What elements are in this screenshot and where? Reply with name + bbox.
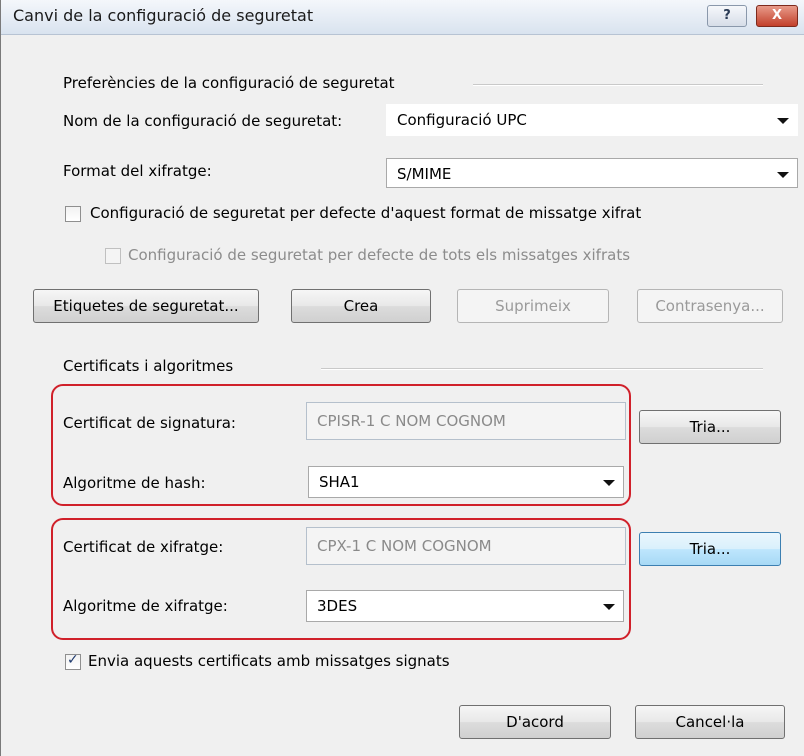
send-certs-label: Envia aquests certificats amb missatges …	[88, 652, 450, 670]
encryption-alg-label: Algoritme de xifratge:	[63, 597, 228, 615]
prefs-group-divider	[473, 84, 763, 86]
hash-alg-label: Algoritme de hash:	[63, 474, 206, 492]
default-format-checkbox[interactable]	[65, 206, 81, 222]
format-value: S/MIME	[397, 165, 452, 183]
create-button[interactable]: Crea	[291, 289, 431, 323]
close-icon[interactable]: X	[756, 5, 798, 27]
certs-group-title: Certificats i algoritmes	[63, 357, 234, 375]
delete-button[interactable]: Suprimeix	[457, 289, 609, 323]
chevron-down-icon	[777, 118, 789, 124]
encryption-cert-field: CPX-1 C NOM COGNOM	[306, 527, 626, 565]
chevron-down-icon	[603, 604, 615, 610]
security-settings-dialog: Canvi de la configuració de seguretat ? …	[0, 0, 804, 756]
default-all-checkbox[interactable]	[105, 248, 121, 264]
hash-alg-value: SHA1	[319, 473, 360, 491]
prefs-group-title: Preferències de la configuració de segur…	[63, 74, 395, 92]
signing-cert-label: Certificat de signatura:	[63, 414, 236, 432]
format-select[interactable]: S/MIME	[386, 158, 798, 188]
title-bar: Canvi de la configuració de seguretat ? …	[1, 0, 804, 35]
format-label: Format del xifratge:	[63, 162, 212, 180]
encryption-alg-value: 3DES	[317, 597, 358, 615]
ok-button[interactable]: D'acord	[459, 705, 611, 739]
help-icon[interactable]: ?	[707, 5, 747, 27]
chevron-down-icon	[603, 480, 615, 486]
signing-cert-field: CPISR-1 C NOM COGNOM	[306, 402, 626, 440]
chevron-down-icon	[777, 172, 789, 178]
encryption-cert-label: Certificat de xifratge:	[63, 538, 224, 556]
signing-cert-value: CPISR-1 C NOM COGNOM	[317, 412, 506, 430]
config-name-value: Configuració UPC	[397, 111, 527, 129]
config-name-label: Nom de la configuració de seguretat:	[63, 112, 343, 130]
default-format-label: Configuració de seguretat per defecte d'…	[90, 204, 642, 222]
signing-choose-button[interactable]: Tria...	[639, 410, 781, 444]
encryption-choose-button[interactable]: Tria...	[639, 532, 781, 566]
default-all-label: Configuració de seguretat per defecte de…	[128, 246, 631, 264]
encryption-alg-select[interactable]: 3DES	[306, 590, 624, 622]
password-button[interactable]: Contrasenya...	[637, 289, 783, 323]
send-certs-checkbox[interactable]	[65, 652, 81, 670]
encryption-cert-value: CPX-1 C NOM COGNOM	[317, 537, 492, 555]
certs-group-divider	[321, 368, 763, 370]
hash-alg-select[interactable]: SHA1	[308, 466, 624, 498]
security-labels-button[interactable]: Etiquetes de seguretat...	[33, 289, 259, 323]
window-title: Canvi de la configuració de seguretat	[13, 6, 314, 25]
cancel-button[interactable]: Cancel·la	[635, 705, 785, 739]
config-name-combo[interactable]: Configuració UPC	[386, 104, 798, 136]
